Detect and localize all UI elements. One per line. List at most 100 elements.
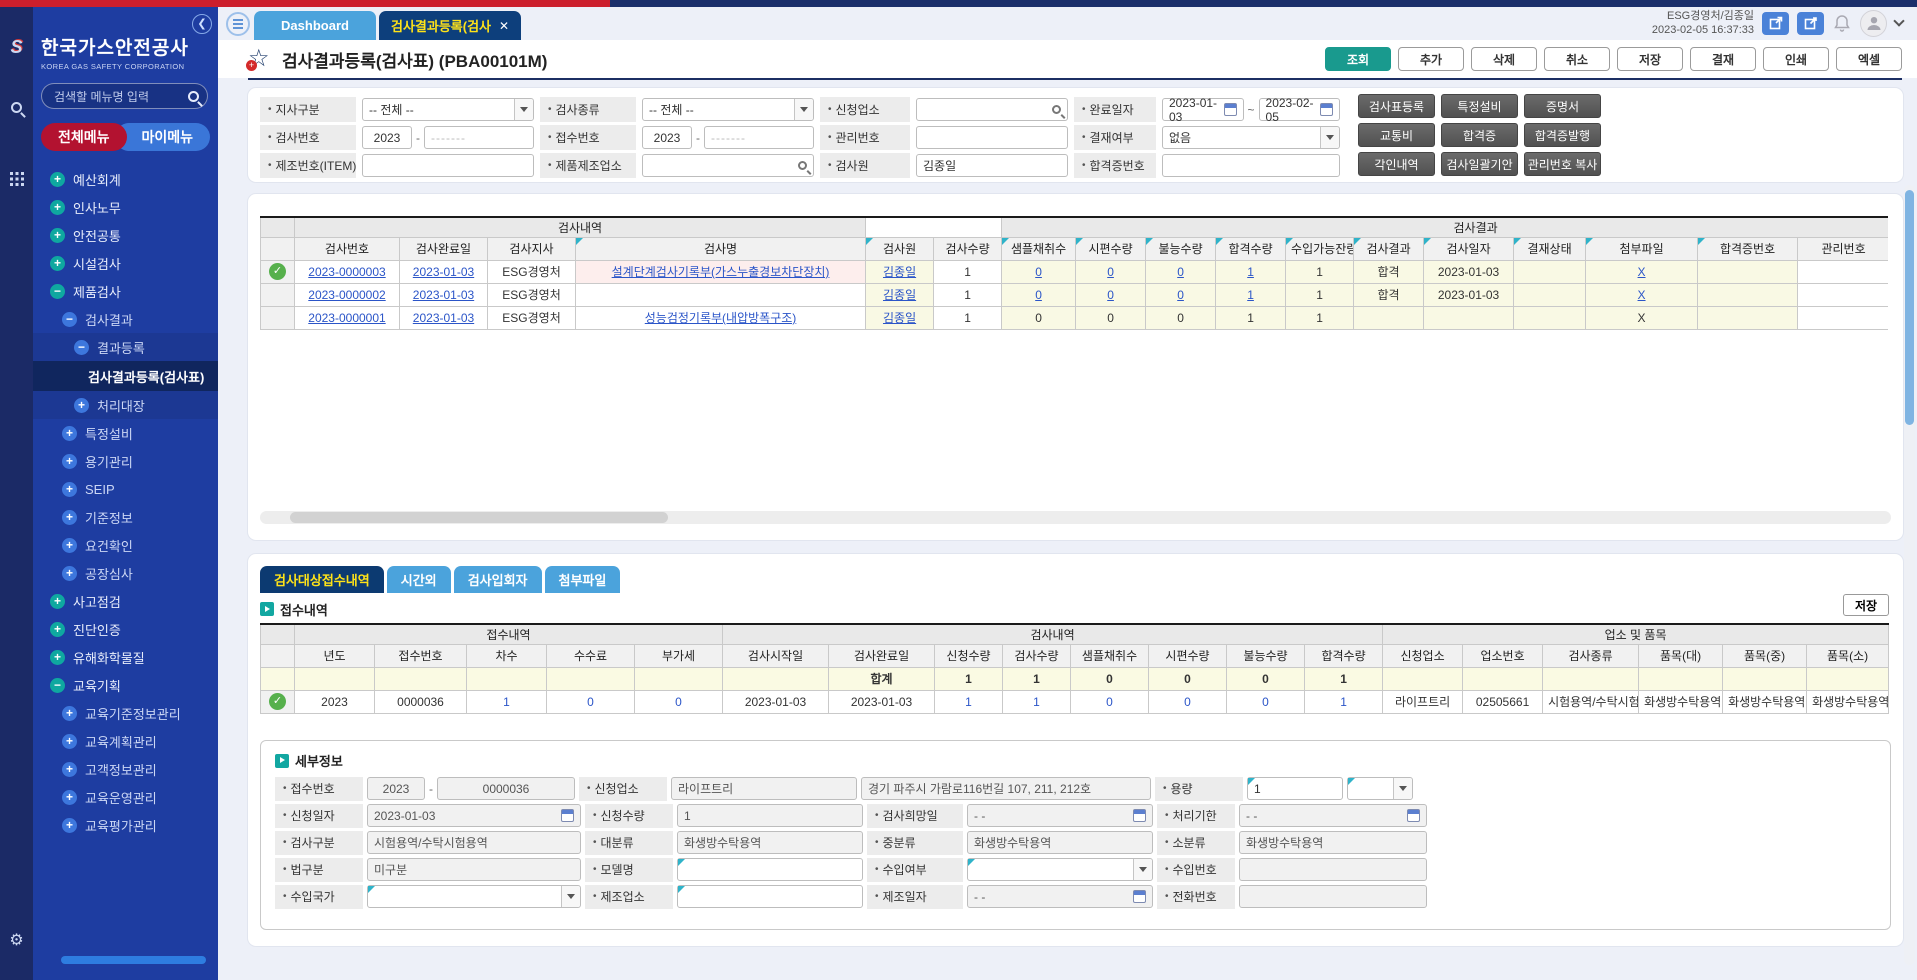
expand-icon[interactable]: + <box>50 200 65 215</box>
action-button[interactable]: 인쇄 <box>1763 47 1829 71</box>
cell-link[interactable]: 2023-01-03 <box>413 311 474 325</box>
action-button[interactable]: 저장 <box>1617 47 1683 71</box>
close-icon[interactable]: ✕ <box>499 19 509 33</box>
collapse-icon[interactable]: − <box>62 312 77 327</box>
cell-link[interactable]: 성능검정기록부(내압방폭구조) <box>645 311 797 325</box>
cell-link[interactable]: 0 <box>1177 265 1184 279</box>
dropdown-caret-icon[interactable] <box>794 99 813 120</box>
detail-tab[interactable]: 시간외 <box>387 566 451 593</box>
number-input[interactable]: ------- <box>424 126 534 149</box>
sidebar-item[interactable]: +사고점검 <box>33 587 218 615</box>
sidebar-item[interactable]: −교육기획 <box>33 671 218 699</box>
tab-dashboard[interactable]: Dashboard <box>254 11 376 40</box>
sidebar-item[interactable]: +공장심사 <box>33 559 218 587</box>
calendar-icon[interactable] <box>1320 103 1333 116</box>
search-icon[interactable] <box>188 91 199 102</box>
number-input[interactable]: ------- <box>704 126 814 149</box>
cell-link[interactable]: 2023-0000003 <box>308 265 385 279</box>
table-row[interactable]: 2023-00000022023-01-03ESG경영처김종일100011합격2… <box>261 283 1889 306</box>
all-menu-button[interactable]: 전체메뉴 <box>41 123 127 151</box>
expand-icon[interactable]: + <box>50 228 65 243</box>
my-menu-button[interactable]: 마이메뉴 <box>115 123 211 151</box>
cell-link[interactable]: 김종일 <box>883 288 916 302</box>
sidebar-item[interactable]: −검사결과 <box>33 305 218 333</box>
dropdown-caret-icon[interactable] <box>1393 778 1412 799</box>
cell-link[interactable]: 2023-0000001 <box>308 311 385 325</box>
detail-tab[interactable]: 첨부파일 <box>545 566 621 593</box>
action-button[interactable]: 결재 <box>1690 47 1756 71</box>
sidebar-item[interactable]: +고객정보관리 <box>33 755 218 783</box>
row-indicator-cell[interactable] <box>261 283 295 306</box>
tool-button[interactable]: 각인내역 <box>1358 152 1435 176</box>
expand-icon[interactable]: + <box>62 790 77 805</box>
row-indicator-cell[interactable]: ✓ <box>261 690 295 713</box>
expand-icon[interactable]: + <box>62 734 77 749</box>
expand-icon[interactable]: + <box>74 398 89 413</box>
select-지사구분[interactable]: -- 전체 -- <box>362 98 534 121</box>
apps-grid-icon[interactable] <box>0 172 33 186</box>
year-input[interactable]: 2023 <box>642 126 692 149</box>
year-input[interactable]: 2023 <box>362 126 412 149</box>
page-vertical-scrollbar[interactable] <box>1904 185 1915 965</box>
expand-icon[interactable]: + <box>50 594 65 609</box>
editable-select[interactable] <box>1347 777 1413 800</box>
expand-icon[interactable]: + <box>62 566 77 581</box>
sidebar-item[interactable]: −결과등록 <box>33 333 218 361</box>
sidebar-item[interactable]: +요건확인 <box>33 531 218 559</box>
sidebar-item[interactable]: −제품검사 <box>33 277 218 305</box>
cell-link[interactable]: 김종일 <box>883 265 916 279</box>
settings-gear-icon[interactable]: ⚙ <box>0 930 33 950</box>
scrollbar-thumb[interactable] <box>290 512 668 523</box>
sidebar-item[interactable]: +교육평가관리 <box>33 811 218 839</box>
text-input-관리번호[interactable] <box>916 126 1068 149</box>
tool-button[interactable]: 특정설비 <box>1441 94 1518 118</box>
sidebar-item[interactable]: +SEIP <box>33 475 218 503</box>
sidebar-item[interactable]: +용기관리 <box>33 447 218 475</box>
chevron-down-icon[interactable] <box>1893 15 1904 26</box>
cell-link[interactable]: 1 <box>1247 288 1254 302</box>
sidebar-item[interactable]: +기준정보 <box>33 503 218 531</box>
editable-input[interactable]: 1 <box>1247 777 1343 800</box>
collapse-icon[interactable]: − <box>50 284 65 299</box>
tool-button[interactable]: 검사표등록 <box>1358 94 1435 118</box>
detail-tab[interactable]: 검사대상접수내역 <box>260 566 384 593</box>
tool-button[interactable]: 증명서 <box>1524 94 1601 118</box>
text-input-검사원[interactable]: 김종일 <box>916 154 1068 177</box>
sidebar-item[interactable]: +안전공통 <box>33 221 218 249</box>
cell-link[interactable]: 0 <box>1035 288 1042 302</box>
expand-icon[interactable]: + <box>62 538 77 553</box>
editable-select[interactable] <box>367 885 581 908</box>
cell-link[interactable]: 0 <box>1035 265 1042 279</box>
cell-link[interactable]: X <box>1638 265 1646 279</box>
cell-link[interactable]: 김종일 <box>883 311 916 325</box>
grid-horizontal-scrollbar[interactable] <box>260 511 1891 524</box>
collapse-icon[interactable]: − <box>50 678 65 693</box>
text-input-합격증번호[interactable] <box>1162 154 1340 177</box>
open-new-window-icon[interactable] <box>1762 12 1789 35</box>
sidebar-item[interactable]: +교육계획관리 <box>33 727 218 755</box>
favorite-star-icon[interactable]: ☆+ <box>248 46 274 72</box>
detail-tab[interactable]: 검사입회자 <box>454 566 542 593</box>
expand-icon[interactable]: + <box>62 482 77 497</box>
expand-icon[interactable]: + <box>50 256 65 271</box>
cell-link[interactable]: 설계단계검사기록부(가스누출경보차단장치) <box>612 265 830 279</box>
search-input-제품제조업소[interactable] <box>642 154 814 177</box>
cell-link[interactable]: 2023-01-03 <box>413 265 474 279</box>
search-icon[interactable] <box>798 161 807 170</box>
sidebar-collapse-button[interactable]: ❮ <box>192 14 212 34</box>
table-row[interactable]: ✓2023-00000032023-01-03ESG경영처설계단계검사기록부(가… <box>261 260 1889 283</box>
tool-button[interactable]: 교통비 <box>1358 123 1435 147</box>
cell-link[interactable]: 0 <box>1177 288 1184 302</box>
action-button[interactable]: 조회 <box>1325 47 1391 71</box>
select-검사종류[interactable]: -- 전체 -- <box>642 98 814 121</box>
expand-icon[interactable]: + <box>50 622 65 637</box>
table-row[interactable]: 2023-00000012023-01-03ESG경영처성능검정기록부(내압방폭… <box>261 306 1889 329</box>
expand-icon[interactable]: + <box>62 762 77 777</box>
dropdown-caret-icon[interactable] <box>561 886 580 907</box>
notifications-bell-icon[interactable] <box>1832 13 1852 33</box>
sidebar-item[interactable]: +특정설비 <box>33 419 218 447</box>
rail-search-icon[interactable] <box>0 102 33 116</box>
cell-link[interactable]: X <box>1638 288 1646 302</box>
sidebar-item[interactable]: +처리대장 <box>33 391 218 419</box>
sidebar-horizontal-scrollbar[interactable] <box>61 956 206 964</box>
